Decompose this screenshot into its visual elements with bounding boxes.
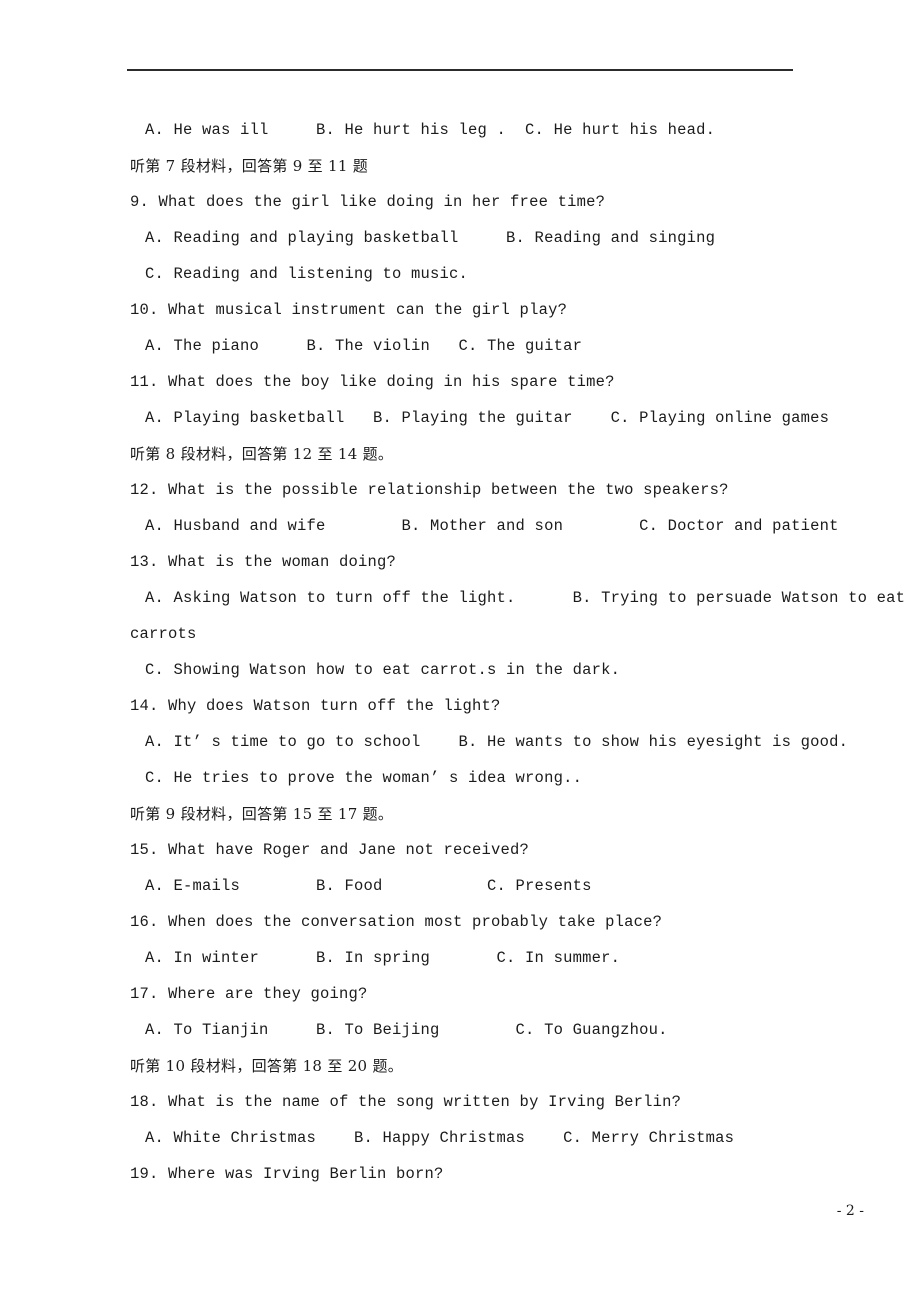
question-stem-line: 16. When does the conversation most prob… xyxy=(130,913,663,931)
question-stem-line: 12. What is the possible relationship be… xyxy=(130,481,729,499)
answer-option-line: A. White Christmas B. Happy Christmas C.… xyxy=(145,1129,735,1147)
answer-option-line: A. Asking Watson to turn off the light. … xyxy=(145,589,906,607)
question-stem-line: 15. What have Roger and Jane not receive… xyxy=(130,841,530,859)
answer-option-line: C. Reading and listening to music. xyxy=(145,265,469,283)
page-number: - 2 - xyxy=(836,1203,864,1219)
header-rule-divider xyxy=(127,69,793,71)
section-directive-line: 听第 9 段材料，回答第 15 至 17 题。 xyxy=(130,805,394,823)
answer-option-line: A. To Tianjin B. To Beijing C. To Guangz… xyxy=(145,1021,668,1039)
wrapped-option-continuation: carrots xyxy=(130,625,197,643)
question-stem-line: 18. What is the name of the song written… xyxy=(130,1093,682,1111)
answer-option-line: A. In winter B. In spring C. In summer. xyxy=(145,949,621,967)
question-stem-line: 14. Why does Watson turn off the light? xyxy=(130,697,501,715)
section-directive-line: 听第 10 段材料，回答第 18 至 20 题。 xyxy=(130,1057,404,1075)
answer-option-line: C. Showing Watson how to eat carrot.s in… xyxy=(145,661,621,679)
question-stem-line: 17. Where are they going? xyxy=(130,985,368,1003)
answer-option-line: A. Reading and playing basketball B. Rea… xyxy=(145,229,716,247)
answer-option-line: A. Husband and wife B. Mother and son C.… xyxy=(145,517,839,535)
question-stem-line: 11. What does the boy like doing in his … xyxy=(130,373,615,391)
answer-option-line: A. It’ s time to go to school B. He want… xyxy=(145,733,849,751)
answer-option-line: A. The piano B. The violin C. The guitar xyxy=(145,337,583,355)
section-directive-line: 听第 8 段材料，回答第 12 至 14 题。 xyxy=(130,445,394,463)
question-stem-line: 19. Where was Irving Berlin born? xyxy=(130,1165,444,1183)
answer-option-line: C. He tries to prove the woman’ s idea w… xyxy=(145,769,583,787)
question-stem-line: 13. What is the woman doing? xyxy=(130,553,397,571)
answer-option-line: A. Playing basketball B. Playing the gui… xyxy=(145,409,830,427)
question-list: A. He was ill B. He hurt his leg . C. He… xyxy=(0,112,920,1192)
section-directive-line: 听第 7 段材料，回答第 9 至 11 题 xyxy=(130,157,369,175)
answer-option-line: A. He was ill B. He hurt his leg . C. He… xyxy=(145,121,716,139)
exam-paper-page: A. He was ill B. He hurt his leg . C. He… xyxy=(0,0,920,1302)
question-stem-line: 9. What does the girl like doing in her … xyxy=(130,193,606,211)
question-stem-line: 10. What musical instrument can the girl… xyxy=(130,301,568,319)
answer-option-line: A. E-mails B. Food C. Presents xyxy=(145,877,592,895)
